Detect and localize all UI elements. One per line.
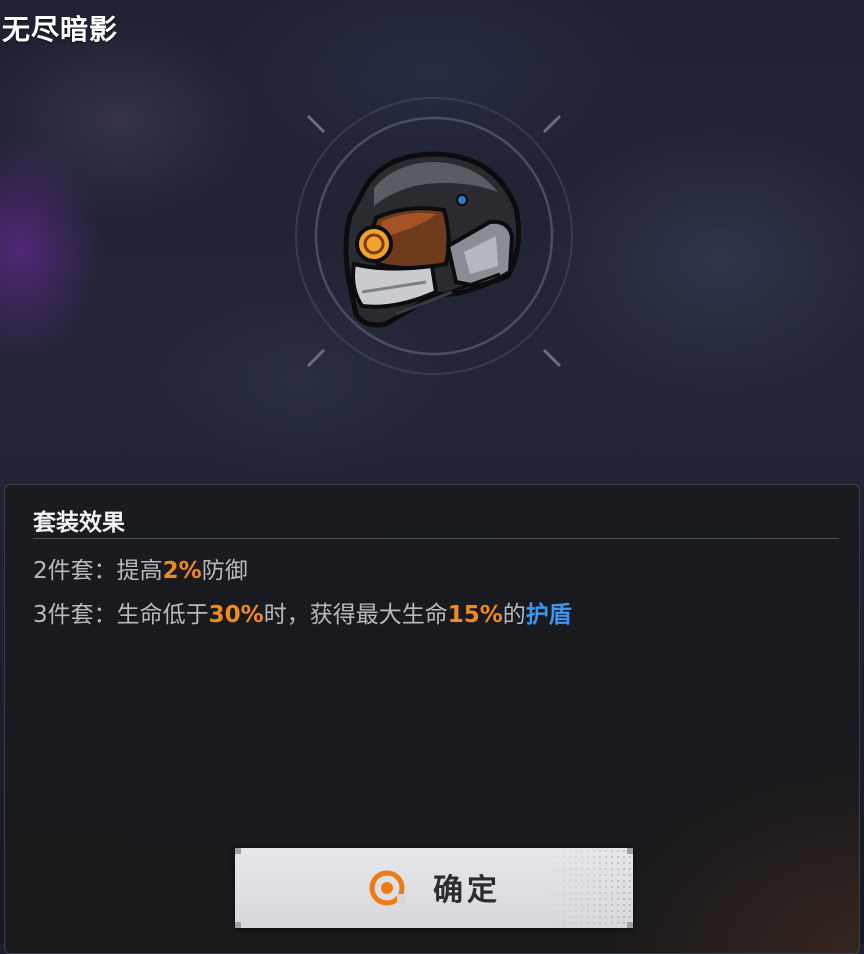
effect-text: 提高 (116, 558, 163, 584)
effect-text: 防御 (201, 558, 248, 584)
confirm-label: 确定 (433, 873, 501, 908)
effect-keyword[interactable]: 护盾 (526, 602, 572, 628)
divider (33, 538, 839, 539)
helmet-emblem-graphic (295, 97, 573, 375)
button-pattern (543, 848, 633, 928)
set-name-title: 无尽暗影 (2, 13, 119, 46)
set-effect-title: 套装效果 (33, 510, 125, 536)
two-piece-effect: 2件套：提高2%防御 (33, 551, 248, 585)
effect-value: 30% (208, 602, 264, 628)
effect-prefix: 2件套： (33, 558, 117, 584)
tactical-helmet-icon (343, 151, 522, 328)
effect-text: 时，获得最大生命 (263, 602, 448, 628)
confirm-button[interactable]: 确定 (235, 848, 633, 928)
button-corner (235, 848, 241, 854)
three-piece-effect: 3件套：生命低于30%时，获得最大生命15%的护盾 (33, 595, 572, 629)
effect-value: 2% (162, 558, 202, 584)
panel-glow (599, 753, 859, 953)
item-emblem (276, 96, 592, 386)
button-corner (235, 922, 241, 928)
effect-text: 的 (502, 602, 526, 628)
target-ring-icon (369, 870, 405, 906)
effect-value: 15% (447, 602, 503, 628)
effect-prefix: 3件套： (33, 602, 117, 628)
effect-text: 生命低于 (116, 602, 209, 628)
